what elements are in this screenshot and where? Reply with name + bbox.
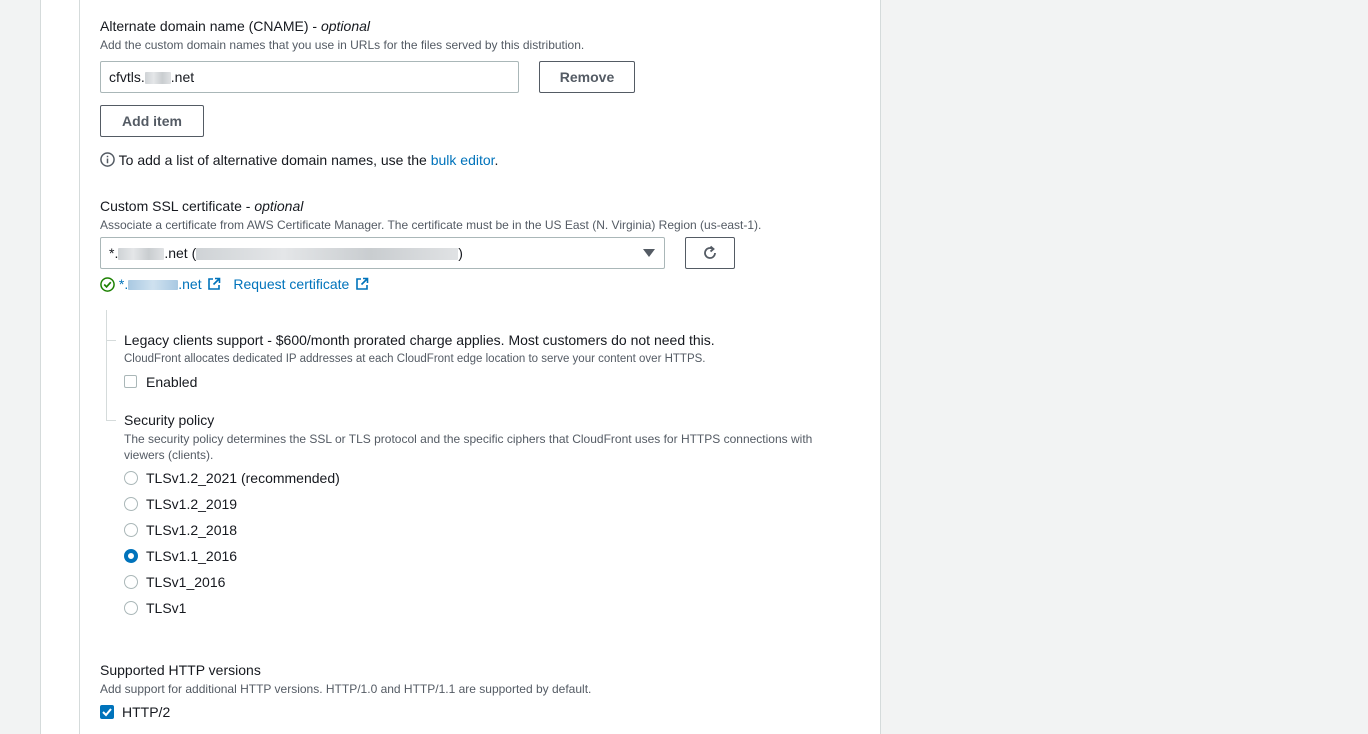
- ssl-certificate-select[interactable]: *. .net (): [100, 237, 665, 269]
- checkmark-icon: [102, 708, 112, 717]
- cert-prefix: *.: [118, 276, 129, 292]
- redacted-certificate-id: [196, 248, 459, 261]
- tree-connector: [106, 310, 107, 420]
- radio-label: TLSv1.2_2019: [146, 496, 238, 512]
- external-link-icon[interactable]: [355, 277, 369, 291]
- tree-branch: [106, 420, 116, 421]
- caret-down-icon: [643, 249, 655, 257]
- info-end: .: [494, 152, 499, 168]
- certificate-link[interactable]: *. .net: [119, 276, 202, 292]
- security-policy-label: Security policy: [124, 412, 215, 428]
- bulk-editor-info: To add a list of alternative domain name…: [100, 151, 498, 169]
- select-prefix: *.: [109, 245, 119, 261]
- cname-input[interactable]: cfvtls. .net: [100, 61, 519, 93]
- redacted-domain: [144, 72, 171, 85]
- refresh-icon: [704, 245, 716, 259]
- ssl-optional: optional: [254, 198, 304, 214]
- cname-description: Add the custom domain names that you use…: [100, 38, 585, 52]
- remove-button[interactable]: Remove: [539, 61, 635, 93]
- ssl-label: Custom SSL certificate - optional: [100, 197, 303, 215]
- radio-label: TLSv1.2_2018: [146, 522, 238, 538]
- http-versions-label: Supported HTTP versions: [100, 662, 261, 678]
- radio-button[interactable]: [124, 497, 138, 511]
- legacy-enabled-checkbox[interactable]: [124, 375, 137, 388]
- cname-optional: optional: [320, 18, 371, 34]
- cname-value-prefix: cfvtls.: [109, 69, 145, 85]
- select-end: ): [458, 245, 463, 261]
- radio-label: TLSv1_2016: [146, 574, 226, 590]
- radio-button[interactable]: [124, 601, 138, 615]
- http-versions-description: Add support for additional HTTP versions…: [100, 682, 592, 696]
- certificate-status: *. .net Request certificate: [100, 275, 369, 293]
- ssl-description: Associate a certificate from AWS Certifi…: [100, 218, 762, 232]
- select-mid: .net (: [164, 245, 197, 261]
- radio-label: TLSv1.1_2016: [146, 548, 238, 564]
- cname-value-suffix: .net: [170, 69, 195, 85]
- http2-checkbox[interactable]: [100, 705, 114, 719]
- add-item-button[interactable]: Add item: [100, 105, 204, 137]
- bulk-editor-link[interactable]: bulk editor: [431, 152, 495, 168]
- legacy-clients-description: CloudFront allocates dedicated IP addres…: [124, 353, 706, 365]
- request-certificate-link[interactable]: Request certificate: [233, 276, 349, 292]
- external-link-icon[interactable]: [207, 277, 221, 291]
- legacy-enabled-label: Enabled: [146, 374, 198, 390]
- radio-button[interactable]: [124, 575, 138, 589]
- page-gutter: [0, 0, 40, 734]
- radio-button[interactable]: [124, 523, 138, 537]
- radio-button-selected[interactable]: [124, 549, 138, 563]
- info-text: To add a list of alternative domain name…: [118, 152, 427, 168]
- redacted-domain: [128, 280, 179, 291]
- http2-label: HTTP/2: [122, 704, 171, 720]
- info-icon: [100, 152, 115, 167]
- tree-branch: [106, 340, 116, 341]
- radio-label: TLSv1.2_2021 (recommended): [146, 470, 340, 486]
- legacy-clients-label: Legacy clients support - $600/month pror…: [124, 332, 715, 348]
- cname-label: Alternate domain name (CNAME) - optional: [100, 17, 370, 35]
- radio-label: TLSv1: [146, 600, 187, 616]
- cert-suffix: .net: [178, 276, 202, 292]
- refresh-button[interactable]: [685, 237, 735, 269]
- success-check-icon: [100, 277, 115, 292]
- security-policy-description: The security policy determines the SSL o…: [124, 432, 813, 462]
- cname-label-text: Alternate domain name (CNAME) -: [100, 18, 318, 34]
- ssl-label-text: Custom SSL certificate -: [100, 198, 251, 214]
- redacted-domain: [118, 248, 165, 261]
- radio-button[interactable]: [124, 471, 138, 485]
